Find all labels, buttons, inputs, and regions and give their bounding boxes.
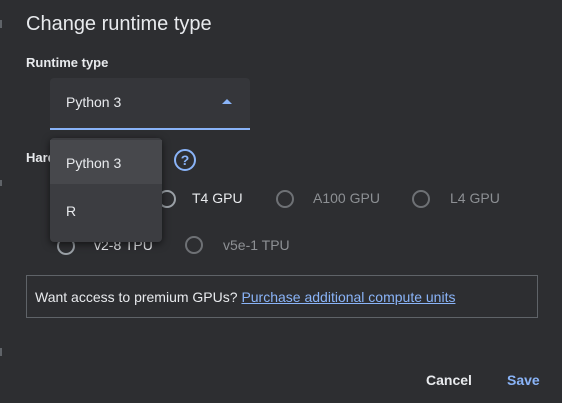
radio-label-l4-gpu[interactable]: L4 GPU: [450, 190, 500, 206]
premium-gpu-info-text: Want access to premium GPUs? Purchase ad…: [35, 289, 455, 305]
radio-label-v5e-1-tpu[interactable]: v5e-1 TPU: [223, 237, 290, 253]
purchase-compute-units-link[interactable]: Purchase additional compute units: [241, 289, 455, 305]
radio-l4-gpu[interactable]: [412, 190, 430, 208]
change-runtime-dialog: Change runtime type Runtime type Python …: [0, 0, 562, 403]
runtime-type-label: Runtime type: [26, 55, 109, 70]
dropdown-option-python-3[interactable]: Python 3: [50, 140, 162, 184]
left-edge-mark: [0, 348, 2, 356]
dropdown-arrow-icon: [222, 99, 232, 104]
premium-gpu-info-box: Want access to premium GPUs? Purchase ad…: [26, 275, 538, 318]
radio-label-a100-gpu[interactable]: A100 GPU: [313, 190, 380, 206]
dropdown-option-r[interactable]: R: [50, 188, 162, 232]
premium-gpu-question: Want access to premium GPUs?: [35, 289, 242, 305]
runtime-type-dropdown-menu: Python 3 R: [50, 138, 162, 242]
dropdown-option-label: R: [66, 203, 77, 219]
help-icon[interactable]: ?: [174, 149, 196, 171]
runtime-type-value: Python 3: [66, 94, 122, 110]
radio-v5e-1-tpu[interactable]: [185, 236, 203, 254]
dropdown-option-label: Python 3: [66, 155, 122, 171]
radio-a100-gpu[interactable]: [276, 190, 294, 208]
left-edge-mark: [0, 20, 2, 28]
save-button[interactable]: Save: [507, 372, 540, 388]
dialog-title: Change runtime type: [26, 13, 212, 35]
cancel-button[interactable]: Cancel: [426, 372, 472, 388]
runtime-type-select[interactable]: Python 3: [50, 78, 250, 130]
radio-label-t4-gpu[interactable]: T4 GPU: [192, 190, 243, 206]
left-edge-mark: [0, 180, 2, 186]
